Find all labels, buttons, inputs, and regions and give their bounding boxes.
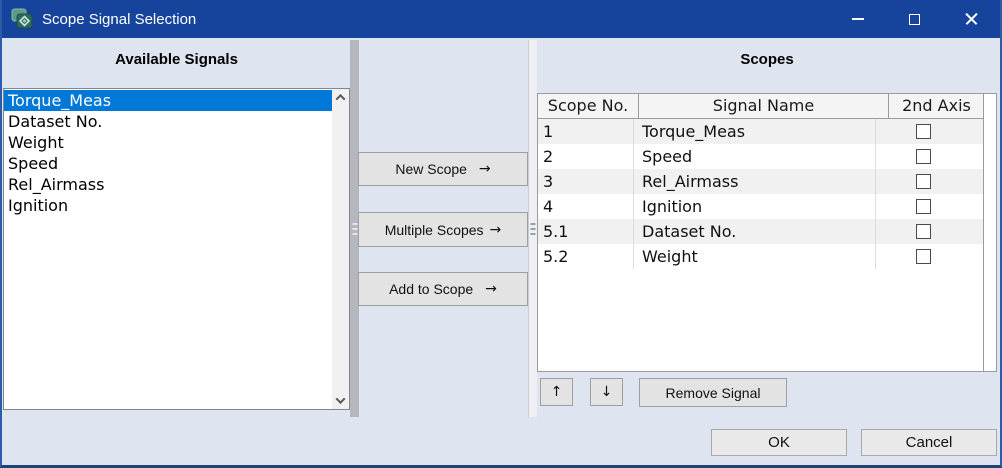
second-axis-checkbox[interactable] bbox=[916, 224, 931, 239]
list-item[interactable]: Ignition bbox=[4, 195, 332, 216]
ok-button[interactable]: OK bbox=[711, 429, 847, 456]
new-scope-button[interactable]: New Scope → bbox=[358, 152, 528, 186]
list-item[interactable]: Speed bbox=[4, 153, 332, 174]
list-item[interactable]: Dataset No. bbox=[4, 111, 332, 132]
table-row[interactable]: 5.2 Weight bbox=[538, 244, 996, 269]
signal-name-cell: Dataset No. bbox=[633, 219, 875, 244]
second-axis-checkbox[interactable] bbox=[916, 174, 931, 189]
remove-signal-label: Remove Signal bbox=[666, 385, 761, 401]
right-splitter[interactable] bbox=[528, 40, 537, 417]
list-item[interactable]: Rel_Airmass bbox=[4, 174, 332, 195]
chevron-up-icon bbox=[336, 94, 346, 104]
table-row[interactable]: 2 Speed bbox=[538, 144, 996, 169]
column-header-signal-name: Signal Name bbox=[638, 94, 888, 118]
table-scrollbar-gutter bbox=[983, 94, 996, 371]
scope-no-cell: 3 bbox=[538, 169, 633, 194]
cancel-label: Cancel bbox=[906, 434, 953, 451]
list-item[interactable]: Torque_Meas bbox=[4, 90, 332, 111]
column-header-2nd-axis: 2nd Axis bbox=[888, 94, 984, 118]
up-arrow-icon: ↑ bbox=[551, 384, 563, 400]
scope-no-cell: 4 bbox=[538, 194, 633, 219]
move-up-button[interactable]: ↑ bbox=[540, 378, 573, 406]
add-to-scope-label: Add to Scope bbox=[389, 281, 473, 297]
scope-no-cell: 1 bbox=[538, 119, 633, 144]
second-axis-checkbox[interactable] bbox=[916, 199, 931, 214]
scope-app-icon bbox=[10, 7, 34, 31]
close-icon bbox=[964, 12, 979, 27]
cancel-button[interactable]: Cancel bbox=[861, 429, 997, 456]
scopes-header: Scopes bbox=[537, 49, 997, 71]
scope-no-cell: 2 bbox=[538, 144, 633, 169]
remove-signal-button[interactable]: Remove Signal bbox=[639, 378, 787, 407]
move-down-button[interactable]: ↓ bbox=[590, 378, 623, 406]
window-title: Scope Signal Selection bbox=[42, 11, 196, 28]
second-axis-checkbox[interactable] bbox=[916, 249, 931, 264]
right-arrow-icon: → bbox=[479, 161, 491, 177]
ok-label: OK bbox=[768, 434, 790, 451]
table-row[interactable]: 1 Torque_Meas bbox=[538, 119, 996, 144]
signal-name-cell: Weight bbox=[633, 244, 875, 269]
list-scrollbar[interactable] bbox=[332, 89, 349, 409]
right-arrow-icon: → bbox=[490, 222, 502, 238]
multiple-scopes-label: Multiple Scopes bbox=[385, 222, 484, 238]
minimize-icon bbox=[852, 18, 864, 20]
minimize-button[interactable] bbox=[829, 0, 886, 38]
second-axis-checkbox[interactable] bbox=[916, 149, 931, 164]
multiple-scopes-button[interactable]: Multiple Scopes → bbox=[358, 212, 528, 247]
scroll-up-button[interactable] bbox=[332, 89, 349, 106]
scroll-down-button[interactable] bbox=[332, 392, 349, 409]
close-button[interactable] bbox=[943, 0, 1000, 38]
signal-name-cell: Torque_Meas bbox=[633, 119, 875, 144]
column-header-scope-no: Scope No. bbox=[538, 94, 638, 118]
maximize-icon bbox=[909, 14, 920, 25]
title-bar: Scope Signal Selection bbox=[0, 0, 1002, 38]
table-row[interactable]: 5.1 Dataset No. bbox=[538, 219, 996, 244]
list-item[interactable]: Weight bbox=[4, 132, 332, 153]
second-axis-checkbox[interactable] bbox=[916, 124, 931, 139]
signal-name-cell: Ignition bbox=[633, 194, 875, 219]
splitter-grip bbox=[531, 223, 536, 235]
right-arrow-icon: → bbox=[485, 281, 497, 297]
available-signals-list[interactable]: Torque_Meas Dataset No. Weight Speed Rel… bbox=[3, 88, 350, 410]
down-arrow-icon: ↓ bbox=[601, 384, 613, 400]
available-signals-header: Available Signals bbox=[3, 49, 350, 71]
add-to-scope-button[interactable]: Add to Scope → bbox=[358, 272, 528, 306]
table-header-row: Scope No. Signal Name 2nd Axis bbox=[538, 94, 996, 119]
scope-no-cell: 5.2 bbox=[538, 244, 633, 269]
new-scope-label: New Scope bbox=[395, 161, 467, 177]
maximize-button[interactable] bbox=[886, 0, 943, 38]
table-row[interactable]: 3 Rel_Airmass bbox=[538, 169, 996, 194]
scope-no-cell: 5.1 bbox=[538, 219, 633, 244]
chevron-down-icon bbox=[336, 394, 346, 404]
signal-name-cell: Speed bbox=[633, 144, 875, 169]
splitter-grip bbox=[352, 223, 357, 235]
table-row[interactable]: 4 Ignition bbox=[538, 194, 996, 219]
signal-name-cell: Rel_Airmass bbox=[633, 169, 875, 194]
scopes-table: Scope No. Signal Name 2nd Axis 1 Torque_… bbox=[537, 93, 997, 372]
